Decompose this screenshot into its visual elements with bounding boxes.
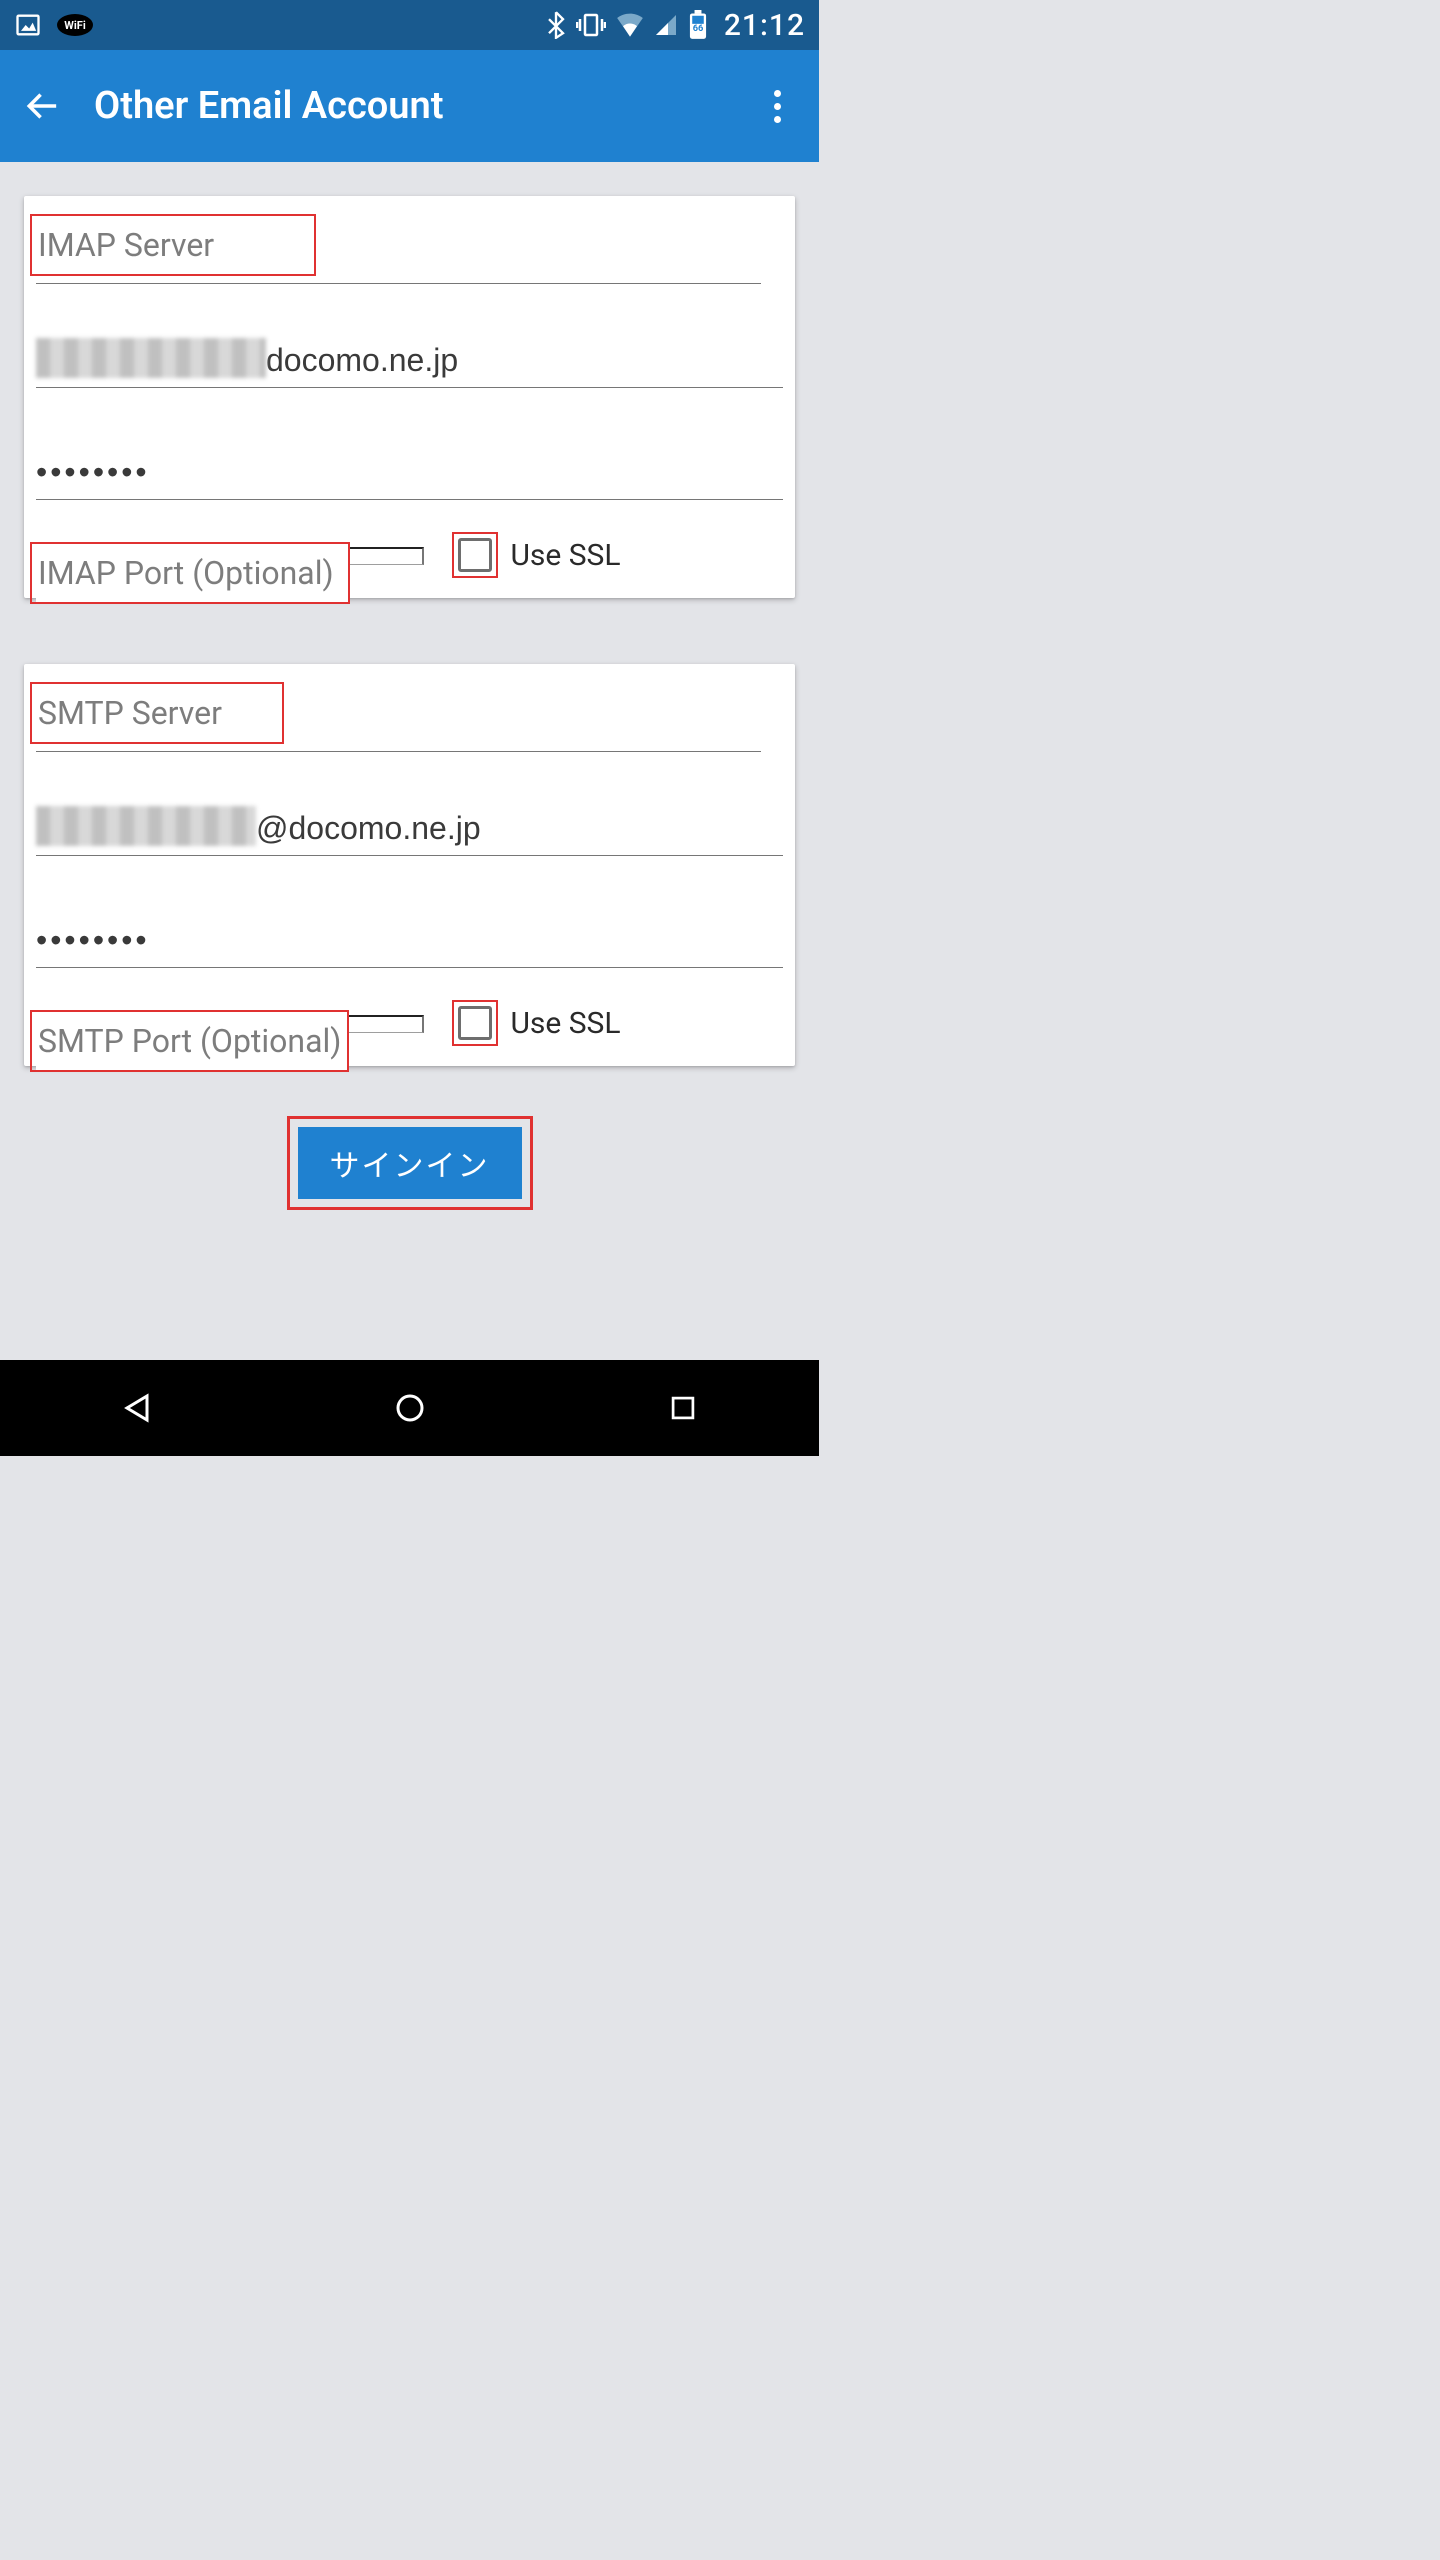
status-bar: WiFi 66 21:12 bbox=[0, 0, 819, 50]
smtp-ssl-toggle[interactable]: Use SSL bbox=[452, 1000, 620, 1046]
imap-ssl-label: Use SSL bbox=[510, 538, 620, 573]
redacted-block bbox=[36, 806, 256, 846]
smtp-port-input[interactable] bbox=[36, 1015, 424, 1033]
smtp-ssl-label: Use SSL bbox=[510, 1006, 620, 1041]
system-nav-bar bbox=[0, 1360, 819, 1456]
imap-port-input[interactable] bbox=[36, 547, 424, 565]
back-button[interactable] bbox=[18, 82, 66, 130]
imap-card: IMAP Server IMAP Port (Optional) Use SSL bbox=[24, 196, 795, 598]
redacted-block bbox=[36, 338, 266, 378]
wifi-badge-icon: WiFi bbox=[56, 13, 94, 37]
signin-button[interactable]: サインイン bbox=[298, 1127, 522, 1199]
smtp-server-input[interactable] bbox=[36, 696, 761, 752]
more-vert-icon bbox=[774, 90, 781, 123]
imap-ssl-toggle[interactable]: Use SSL bbox=[452, 532, 620, 578]
page-title: Other Email Account bbox=[94, 84, 753, 128]
imap-server-input[interactable] bbox=[36, 228, 761, 284]
vibrate-icon bbox=[576, 12, 606, 38]
smtp-card: SMTP Server SMTP Port (Optional) Use SSL bbox=[24, 664, 795, 1066]
svg-text:66: 66 bbox=[693, 23, 704, 34]
nav-recent-button[interactable] bbox=[643, 1378, 723, 1438]
picture-icon bbox=[14, 11, 42, 39]
imap-password-input[interactable] bbox=[36, 444, 783, 500]
checkbox-icon bbox=[458, 538, 492, 572]
checkbox-icon bbox=[458, 1006, 492, 1040]
bluetooth-icon bbox=[546, 11, 566, 39]
cell-signal-icon bbox=[654, 13, 678, 37]
wifi-icon bbox=[616, 13, 644, 37]
overflow-menu-button[interactable] bbox=[753, 82, 801, 130]
app-bar: Other Email Account bbox=[0, 50, 819, 162]
status-clock: 21:12 bbox=[724, 8, 805, 43]
nav-home-button[interactable] bbox=[370, 1378, 450, 1438]
svg-text:WiFi: WiFi bbox=[64, 19, 86, 32]
battery-icon: 66 bbox=[688, 10, 708, 40]
smtp-password-input[interactable] bbox=[36, 912, 783, 968]
nav-back-button[interactable] bbox=[97, 1378, 177, 1438]
